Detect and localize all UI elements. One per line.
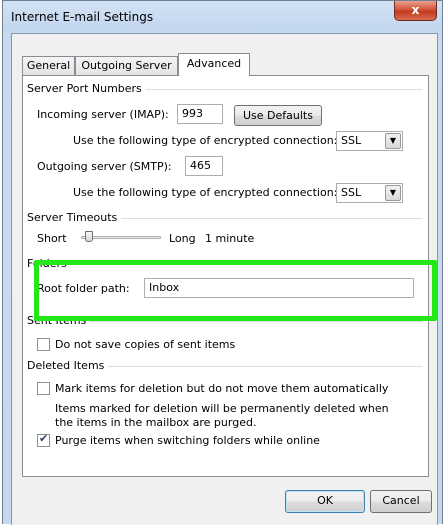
- do-not-save-checkbox[interactable]: [37, 338, 50, 351]
- outgoing-encryption-select[interactable]: SSL ▼: [336, 183, 403, 203]
- use-defaults-button[interactable]: Use Defaults: [234, 105, 322, 126]
- tab-outgoing-server[interactable]: Outgoing Server: [75, 56, 178, 75]
- purge-items-label[interactable]: Purge items when switching folders while…: [55, 434, 320, 447]
- dropdown-arrow-icon[interactable]: ▼: [385, 133, 401, 149]
- title-bar[interactable]: Internet E-mail Settings x: [3, 1, 442, 33]
- mark-for-deletion-checkbox[interactable]: [37, 382, 50, 395]
- do-not-save-label[interactable]: Do not save copies of sent items: [55, 338, 235, 351]
- timeout-slider-track[interactable]: [81, 236, 161, 239]
- purge-items-checkbox[interactable]: [37, 432, 50, 447]
- deletion-note-line1: Items marked for deletion will be perman…: [55, 402, 389, 415]
- dropdown-arrow-icon[interactable]: ▼: [385, 185, 401, 201]
- tab-general[interactable]: General: [22, 56, 75, 75]
- close-button[interactable]: x: [394, 1, 437, 21]
- mark-for-deletion-label[interactable]: Mark items for deletion but do not move …: [55, 382, 388, 395]
- timeout-slider-thumb[interactable]: [85, 231, 93, 242]
- window-title: Internet E-mail Settings: [11, 10, 154, 24]
- outgoing-port-input[interactable]: 465: [185, 156, 223, 176]
- ok-button[interactable]: OK: [285, 490, 365, 513]
- timeout-short-label: Short: [37, 232, 67, 245]
- folders-highlight-box: [34, 260, 437, 321]
- timeout-long-label: Long: [169, 232, 196, 245]
- incoming-encryption-select[interactable]: SSL ▼: [336, 131, 403, 151]
- tab-advanced[interactable]: Advanced: [178, 53, 250, 76]
- outgoing-encryption-label: Use the following type of encrypted conn…: [73, 186, 338, 199]
- deleted-items-group-label: Deleted Items: [27, 359, 109, 372]
- server-port-group-label: Server Port Numbers: [27, 82, 146, 95]
- close-icon: x: [411, 3, 420, 17]
- cancel-button[interactable]: Cancel: [370, 490, 432, 513]
- incoming-encryption-value: SSL: [341, 134, 362, 147]
- incoming-encryption-label: Use the following type of encrypted conn…: [73, 134, 338, 147]
- server-timeouts-group-label: Server Timeouts: [27, 211, 122, 224]
- incoming-server-label: Incoming server (IMAP):: [37, 108, 169, 121]
- timeout-value: 1 minute: [205, 232, 255, 245]
- outgoing-server-label: Outgoing server (SMTP):: [37, 160, 172, 173]
- incoming-port-input[interactable]: 993: [177, 104, 223, 124]
- outgoing-encryption-value: SSL: [341, 186, 362, 199]
- deletion-note-line2: the items in the mailbox are purged.: [55, 416, 257, 429]
